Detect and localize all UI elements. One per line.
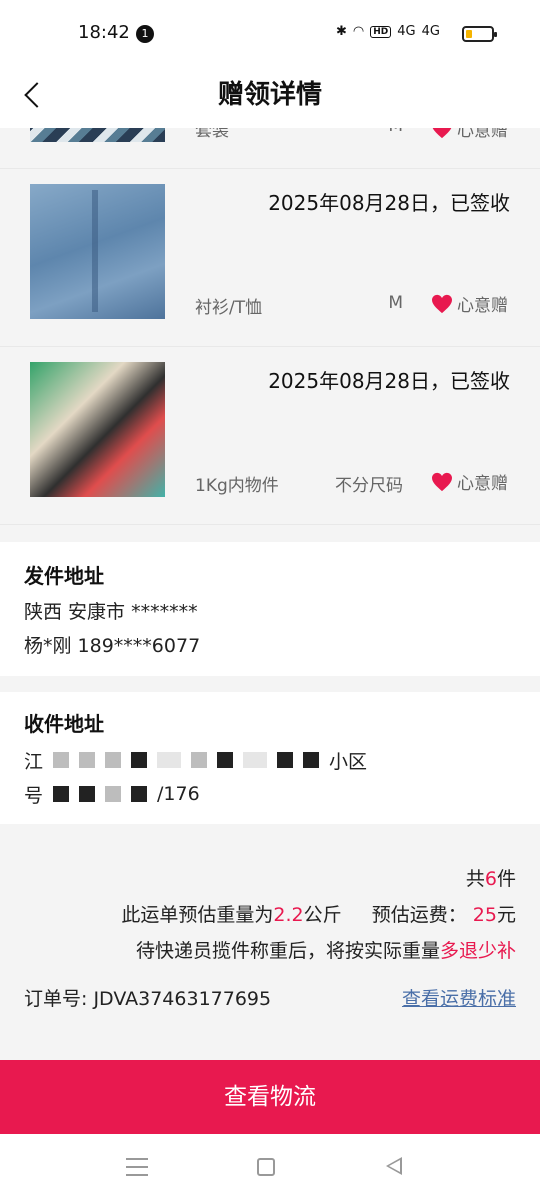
item-list: 套装 M 心意赠 2025年08月28日，已签收 衬衫/T恤 M 心意赠 202… <box>0 128 540 525</box>
redaction-block <box>217 752 234 768</box>
redaction-block <box>277 752 294 768</box>
item-tag: 心意赠 <box>431 469 508 494</box>
note-prefix: 待快递员揽件称重后，将按实际重量 <box>135 940 440 962</box>
page-title: 赠领详情 <box>217 80 322 110</box>
receiver-address-start: 江 <box>24 750 44 773</box>
wifi-icon: ◠ <box>352 24 365 39</box>
status-icons: ✱ ◠ HD 4G 4G <box>336 24 440 39</box>
fee-unit: 元 <box>496 904 516 926</box>
back-triangle-icon[interactable] <box>386 1157 402 1175</box>
redaction-block <box>79 786 96 802</box>
item-count-value: 6 <box>484 868 497 890</box>
note-highlight: 多退少补 <box>439 940 516 962</box>
redaction-block <box>105 786 122 802</box>
item-category: 1Kg内物件 <box>195 476 279 496</box>
item-thumbnail[interactable] <box>30 128 165 142</box>
item-count-suffix: 件 <box>496 868 516 890</box>
item-tag-label: 心意赠 <box>457 474 508 494</box>
order-summary: 共6件 此运单预估重量为2.2公斤 预估运费： 25元 待快递员揽件称重后，将按… <box>0 826 540 1060</box>
receiver-address-line-2: 号 /176 <box>24 777 516 811</box>
redaction-block <box>53 752 70 768</box>
item-date: 2025年08月28日，已签收 <box>268 369 510 393</box>
list-item[interactable]: 套装 M 心意赠 <box>0 128 540 169</box>
redaction-block <box>191 752 208 768</box>
item-tag-label: 心意赠 <box>457 296 508 316</box>
fee-label: 预估运费： <box>371 904 467 926</box>
order-label: 订单号: <box>24 988 88 1010</box>
item-count-prefix: 共 <box>465 868 485 890</box>
signal-icon: 4G <box>397 24 416 39</box>
item-size: M <box>388 128 403 136</box>
battery-icon <box>462 26 497 42</box>
redaction-block <box>79 752 96 768</box>
item-date: 2025年08月28日，已签收 <box>268 191 510 215</box>
view-logistics-button[interactable]: 查看物流 <box>0 1060 540 1134</box>
redaction-block <box>53 786 70 802</box>
heart-icon <box>431 128 453 139</box>
sender-address: 陕西 安康市 ******* <box>24 601 198 623</box>
order-number: JDVA37463177695 <box>93 988 272 1010</box>
weight-note: 待快递员揽件称重后，将按实际重量多退少补 <box>136 936 516 963</box>
receiver-address-card: 收件地址 江 小区 号 /176 <box>0 692 540 824</box>
redaction-block <box>131 752 148 768</box>
bluetooth-icon: ✱ <box>336 24 347 39</box>
receiver-line2-start: 号 <box>24 784 44 807</box>
weight-fee-line: 此运单预估重量为2.2公斤 预估运费： 25元 <box>121 900 516 927</box>
menu-icon[interactable] <box>126 1158 148 1176</box>
weight-unit: 公斤 <box>303 904 342 926</box>
item-category: 衬衫/T恤 <box>195 298 263 318</box>
signal-icon-2: 4G <box>421 24 440 39</box>
heart-icon <box>431 472 453 492</box>
item-tag-label: 心意赠 <box>457 128 508 141</box>
receiver-line2-end: /176 <box>157 783 200 805</box>
order-number-line: 订单号: JDVA37463177695 <box>24 984 271 1011</box>
item-count: 共6件 <box>466 864 516 891</box>
status-time: 18:42 <box>78 22 130 43</box>
list-item[interactable]: 2025年08月28日，已签收 衬衫/T恤 M 心意赠 <box>0 169 540 347</box>
item-thumbnail[interactable] <box>30 362 165 497</box>
status-bar: 18:42 1 ✱ ◠ HD 4G 4G <box>0 0 540 66</box>
heart-icon <box>431 294 453 314</box>
weight-prefix: 此运单预估重量为 <box>121 904 274 926</box>
home-icon[interactable] <box>257 1158 275 1176</box>
redaction-block <box>131 786 148 802</box>
notification-badge: 1 <box>136 25 154 43</box>
item-category: 套装 <box>195 128 229 141</box>
item-thumbnail[interactable] <box>30 184 165 319</box>
redaction-block <box>303 752 320 768</box>
receiver-address-end: 小区 <box>329 750 368 773</box>
sender-address-card: 发件地址 陕西 安康市 ******* 杨*刚 189****6077 <box>0 542 540 676</box>
receiver-address-line-1: 江 小区 <box>24 743 516 777</box>
sender-contact: 杨*刚 189****6077 <box>24 635 201 657</box>
weight-value: 2.2 <box>273 904 304 926</box>
page-header: 赠领详情 <box>0 66 540 128</box>
fee-standard-link[interactable]: 查看运费标准 <box>402 984 516 1011</box>
redaction-block <box>243 752 268 768</box>
fee-value: 25 <box>472 904 497 926</box>
item-tag: 心意赠 <box>431 291 508 316</box>
item-tag: 心意赠 <box>431 128 508 141</box>
hd-icon: HD <box>370 25 392 38</box>
system-nav-bar <box>0 1134 540 1200</box>
sender-heading: 发件地址 <box>24 564 104 588</box>
item-size: 不分尺码 <box>335 476 403 496</box>
redaction-block <box>105 752 122 768</box>
item-size: M <box>388 293 403 313</box>
receiver-heading: 收件地址 <box>24 712 104 736</box>
redaction-block <box>157 752 182 768</box>
list-item[interactable]: 2025年08月28日，已签收 1Kg内物件 不分尺码 心意赠 <box>0 347 540 525</box>
